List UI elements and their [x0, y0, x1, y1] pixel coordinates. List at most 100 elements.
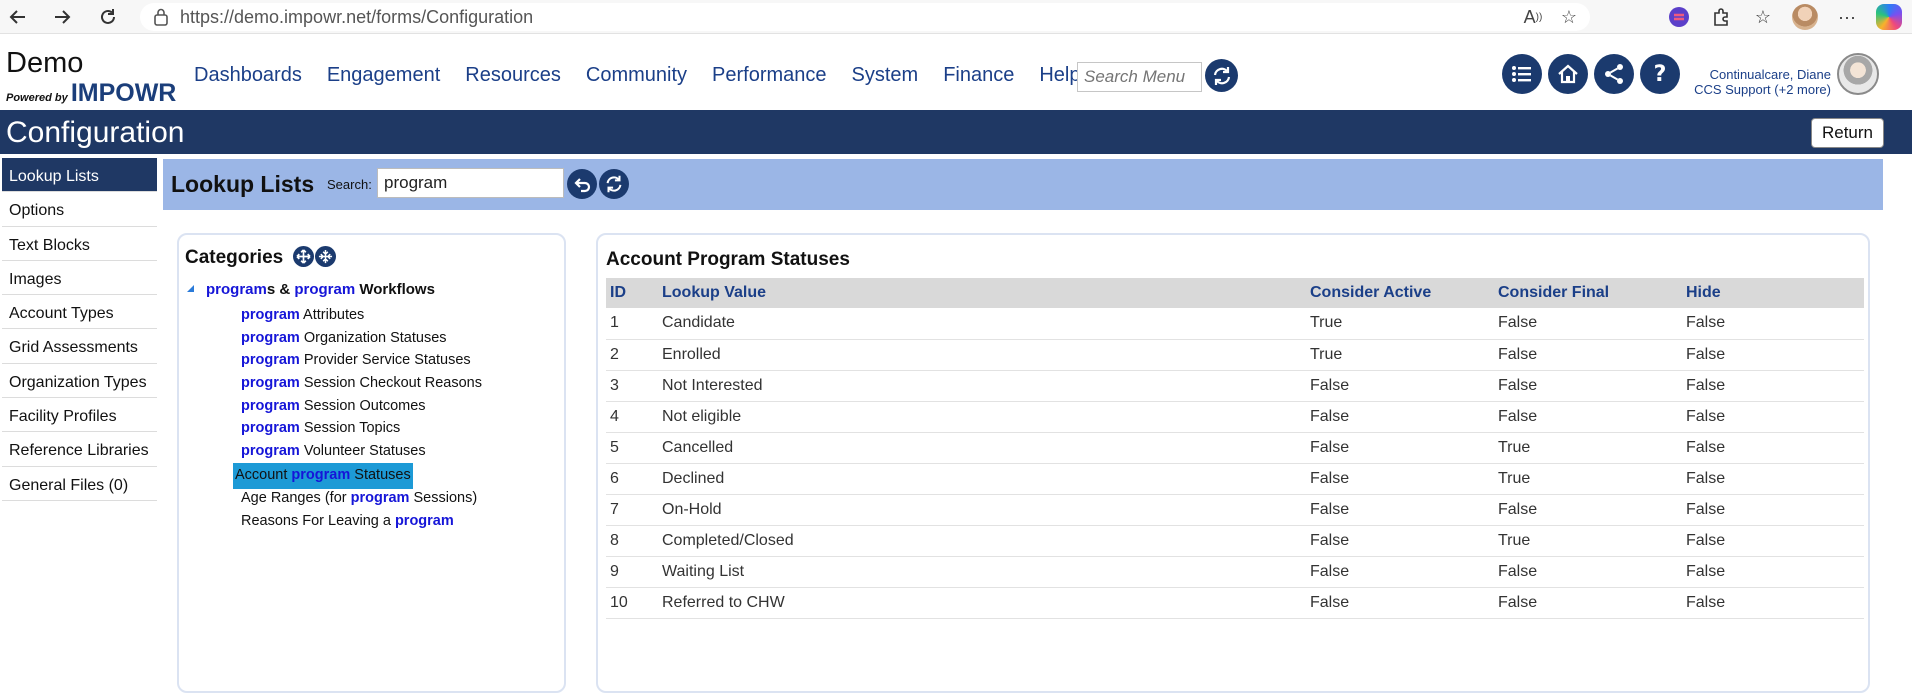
- root-part3: program: [294, 281, 356, 298]
- table-row[interactable]: 6 Declined False True False: [606, 463, 1864, 495]
- table-row[interactable]: 7 On-Hold False False False: [606, 494, 1864, 526]
- table-row[interactable]: 3 Not Interested False False False: [606, 370, 1864, 402]
- user-name[interactable]: Continualcare, Diane: [1694, 67, 1831, 82]
- sidebar-item-grid-assessments[interactable]: Grid Assessments: [2, 329, 157, 364]
- nav-resources[interactable]: Resources: [465, 64, 561, 87]
- sidebar-item-options[interactable]: Options: [2, 192, 157, 227]
- header-hide[interactable]: Hide: [1682, 278, 1864, 308]
- refresh-icon[interactable]: [1205, 59, 1238, 92]
- undo-icon[interactable]: [567, 169, 597, 199]
- cell-final: False: [1494, 556, 1682, 588]
- nav-help[interactable]: Help: [1039, 64, 1080, 87]
- root-part4: Workflows: [355, 281, 435, 298]
- header-consider-active[interactable]: Consider Active: [1306, 278, 1494, 308]
- sidebar-item-reference-libraries[interactable]: Reference Libraries: [2, 432, 157, 467]
- help-icon[interactable]: ?: [1640, 54, 1680, 94]
- category-item[interactable]: program Session Checkout Reasons: [237, 373, 486, 396]
- logo[interactable]: Demo Powered by IMPOWR: [6, 49, 176, 108]
- collapse-icon[interactable]: [315, 246, 336, 267]
- table-row[interactable]: 4 Not eligible False False False: [606, 401, 1864, 433]
- category-highlight: program: [241, 375, 300, 392]
- search-menu-input[interactable]: [1077, 62, 1202, 92]
- nav-dashboards[interactable]: Dashboards: [194, 64, 302, 87]
- cell-active: True: [1306, 308, 1494, 340]
- cell-hide: False: [1682, 494, 1864, 526]
- nav-system[interactable]: System: [852, 64, 919, 87]
- favorites-icon[interactable]: ☆: [1750, 4, 1776, 30]
- cell-value: Not Interested: [658, 370, 1306, 402]
- sidebar-item-facility-profiles[interactable]: Facility Profiles: [2, 398, 157, 433]
- avatar[interactable]: [1837, 53, 1879, 95]
- refresh-icon[interactable]: [599, 169, 629, 199]
- table-row[interactable]: 5 Cancelled False True False: [606, 432, 1864, 464]
- category-item[interactable]: program Session Topics: [237, 418, 486, 441]
- table-row[interactable]: 9 Waiting List False False False: [606, 556, 1864, 588]
- shield-extension-icon[interactable]: [1666, 4, 1692, 30]
- reload-icon[interactable]: [94, 3, 122, 31]
- share-icon[interactable]: [1594, 54, 1634, 94]
- copilot-icon[interactable]: [1876, 4, 1902, 30]
- more-icon[interactable]: ···: [1834, 4, 1860, 30]
- sidebar-item-lookup-lists[interactable]: Lookup Lists: [2, 158, 157, 193]
- address-bar[interactable]: https://demo.impowr.net/forms/Configurat…: [140, 3, 1590, 31]
- browser-toolbar: https://demo.impowr.net/forms/Configurat…: [0, 0, 1912, 34]
- category-item[interactable]: program Organization Statuses: [237, 328, 486, 351]
- sidebar-item-account-types[interactable]: Account Types: [2, 295, 157, 330]
- nav-finance[interactable]: Finance: [943, 64, 1014, 87]
- expand-icon[interactable]: [293, 246, 314, 267]
- table-row[interactable]: 10 Referred to CHW False False False: [606, 587, 1864, 619]
- home-icon[interactable]: [1548, 54, 1588, 94]
- nav-performance[interactable]: Performance: [712, 64, 827, 87]
- table-row[interactable]: 1 Candidate True False False: [606, 308, 1864, 340]
- star-icon[interactable]: ☆: [1558, 6, 1580, 28]
- status-table: ID Lookup Value Consider Active Consider…: [606, 278, 1864, 619]
- user-info[interactable]: Continualcare, Diane CCS Support (+2 mor…: [1694, 67, 1831, 97]
- cell-hide: False: [1682, 463, 1864, 495]
- sidebar-item-text-blocks[interactable]: Text Blocks: [2, 227, 157, 261]
- category-item[interactable]: program Provider Service Statuses: [237, 350, 486, 373]
- category-pre: Age Ranges (for: [241, 489, 351, 506]
- logo-demo: Demo: [6, 47, 84, 79]
- category-item[interactable]: program Attributes: [237, 305, 486, 328]
- cell-active: False: [1306, 556, 1494, 588]
- category-item[interactable]: program Volunteer Statuses: [237, 441, 486, 464]
- cell-value: Enrolled: [658, 339, 1306, 371]
- nav-community[interactable]: Community: [586, 64, 687, 87]
- return-button[interactable]: Return: [1810, 118, 1884, 148]
- tree-root[interactable]: programs & program Workflows: [187, 281, 435, 298]
- header-consider-final[interactable]: Consider Final: [1494, 278, 1682, 308]
- read-aloud-icon[interactable]: A)): [1522, 6, 1544, 28]
- list-icon[interactable]: [1502, 54, 1542, 94]
- lock-icon[interactable]: [154, 8, 168, 26]
- category-item[interactable]: Age Ranges (for program Sessions): [237, 488, 486, 511]
- sidebar-item-organization-types[interactable]: Organization Types: [2, 364, 157, 399]
- nav-engagement[interactable]: Engagement: [327, 64, 440, 87]
- category-post: Session Outcomes: [299, 397, 426, 414]
- back-icon[interactable]: [4, 3, 32, 31]
- sidebar-item-general-files[interactable]: General Files (0): [2, 467, 157, 501]
- cell-value: Completed/Closed: [658, 525, 1306, 557]
- category-item[interactable]: Reasons For Leaving a program: [237, 511, 486, 534]
- header-lookup-value[interactable]: Lookup Value: [658, 278, 1306, 308]
- profile-avatar[interactable]: [1792, 4, 1818, 30]
- table-row[interactable]: 2 Enrolled True False False: [606, 339, 1864, 371]
- category-post: Provider Service Statuses: [299, 352, 471, 369]
- cell-final: False: [1494, 339, 1682, 371]
- root-part1: program: [206, 281, 267, 298]
- puzzle-icon[interactable]: [1708, 4, 1734, 30]
- forward-icon[interactable]: [48, 3, 76, 31]
- url-text: https://demo.impowr.net/forms/Configurat…: [180, 6, 534, 27]
- header-id[interactable]: ID: [606, 278, 658, 308]
- collapse-arrow-icon[interactable]: [187, 285, 194, 292]
- category-highlight: program: [350, 489, 410, 506]
- lookup-search-input[interactable]: [377, 168, 564, 198]
- table-row[interactable]: 8 Completed/Closed False True False: [606, 525, 1864, 557]
- category-item[interactable]: program Session Outcomes: [237, 396, 486, 419]
- user-role[interactable]: CCS Support (+2 more): [1694, 82, 1831, 97]
- sidebar: Lookup Lists Options Text Blocks Images …: [2, 158, 157, 501]
- category-item-selected[interactable]: Account program Statuses: [233, 462, 413, 489]
- category-post: Session Topics: [299, 420, 401, 437]
- sidebar-item-images[interactable]: Images: [2, 261, 157, 296]
- cell-id: 3: [606, 370, 658, 402]
- cell-final: True: [1494, 525, 1682, 557]
